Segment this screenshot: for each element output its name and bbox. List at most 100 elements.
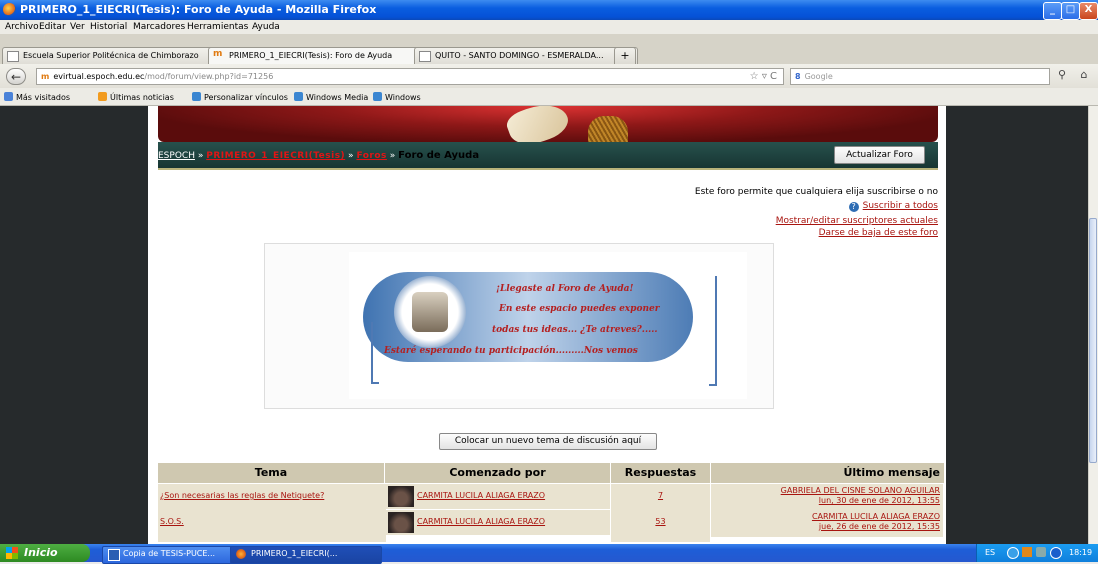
url-bar[interactable]: m evirtual.espoch.edu.ec/mod/forum/view.p… — [36, 68, 784, 85]
help-icon[interactable]: ? — [848, 202, 859, 212]
last-post-date-link[interactable]: jue, 26 de ene de 2012, 15:35 — [819, 522, 940, 531]
author-link[interactable]: CARMITA LUCILA ALIAGA ERAZO — [417, 491, 545, 500]
breadcrumb: ESPOCH » PRIMERO_1_EIECRI(Tesis) » Foros… — [158, 150, 479, 161]
clock[interactable]: 18:19 — [1069, 548, 1092, 557]
decor-bracket-right — [709, 276, 717, 386]
firefox-icon — [3, 3, 16, 16]
table-row: S.O.S. CARMITA LUCILA ALIAGA ERAZO 53 CA… — [158, 510, 943, 542]
bookmark-icon — [294, 92, 303, 101]
windows-logo-icon — [6, 547, 18, 559]
breadcrumb-sep: » — [389, 151, 396, 161]
close-window-button[interactable]: X — [1079, 2, 1098, 20]
tab-label: PRIMERO_1_EIECRI(Tesis): Foro de Ayuda — [229, 51, 393, 60]
maximize-button[interactable]: □ — [1061, 2, 1080, 20]
taskbar-item-firefox[interactable]: PRIMERO_1_EIECRI(... — [230, 546, 382, 564]
bookmark-windows[interactable]: Windows — [373, 92, 421, 102]
tab-bar: Escuela Superior Politécnica de Chimbora… — [0, 34, 1098, 67]
bookmark-icon — [373, 92, 382, 101]
bookmark-personalizar[interactable]: Personalizar vínculos — [192, 92, 288, 102]
author-cell: CARMITA LUCILA ALIAGA ERAZO — [385, 510, 610, 535]
bookmark-icon — [4, 92, 13, 101]
new-tab-button[interactable]: + — [614, 47, 636, 65]
replies-link[interactable]: 53 — [655, 517, 665, 526]
taskbar-item-label: PRIMERO_1_EIECRI(... — [251, 549, 338, 558]
bookmark-mas-visitados[interactable]: Más visitados — [4, 92, 70, 102]
tray-app-icon[interactable] — [1022, 547, 1032, 557]
breadcrumb-foros[interactable]: Foros — [356, 151, 386, 161]
bookmark-ultimas-noticias[interactable]: Últimas noticias — [98, 92, 174, 102]
menu-herramientas[interactable]: Herramientas — [187, 22, 248, 32]
scrollbar-thumb[interactable] — [1089, 218, 1097, 463]
page-icon — [7, 51, 19, 62]
bookmark-icon — [192, 92, 201, 101]
topic-link[interactable]: S.O.S. — [160, 517, 184, 526]
avatar[interactable] — [388, 486, 414, 507]
start-button[interactable]: Inicio — [0, 544, 90, 562]
system-tray: ES 18:19 — [976, 544, 1098, 562]
subscribe-all-row: ? Suscribir a todos — [848, 201, 938, 212]
column-header-replies: Respuestas — [611, 463, 710, 483]
page-icon — [419, 51, 431, 62]
breadcrumb-current: Foro de Ayuda — [398, 150, 480, 161]
menu-ver[interactable]: Ver — [70, 22, 85, 32]
menu-archivo[interactable]: Archivo — [5, 22, 39, 32]
replies-link[interactable]: 7 — [658, 491, 663, 500]
welcome-line-4: Estaré esperando tu participación.......… — [384, 346, 638, 356]
menu-bar: Archivo Editar Ver Historial Marcadores … — [0, 20, 1098, 34]
last-post-author-link[interactable]: CARMITA LUCILA ALIAGA ERAZO — [812, 512, 940, 521]
subscribe-all-link[interactable]: Suscribir a todos — [863, 201, 938, 211]
column-header-last-post: Último mensaje — [711, 463, 944, 483]
search-input[interactable]: 8 Google — [790, 68, 1050, 85]
window-titlebar: PRIMERO_1_EIECRI(Tesis): Foro de Ayuda -… — [0, 0, 1098, 20]
home-icon[interactable]: ⌂ — [1074, 68, 1094, 85]
breadcrumb-espoch[interactable]: ESPOCH — [158, 151, 195, 161]
url-domain: evirtual.espoch.edu.ec — [53, 72, 145, 81]
search-placeholder: Google — [804, 72, 833, 81]
firefox-icon — [236, 549, 246, 559]
last-post-author-link[interactable]: GABRIELA DEL CISNE SOLANO AGUILAR — [781, 486, 940, 495]
author-cell: CARMITA LUCILA ALIAGA ERAZO — [385, 484, 610, 509]
menu-editar[interactable]: Editar — [39, 22, 66, 32]
back-button[interactable]: ← — [6, 68, 26, 85]
menu-ayuda[interactable]: Ayuda — [252, 22, 280, 32]
taskbar-item-label: Copia de TESIS-PUCE... — [123, 549, 216, 558]
breadcrumb-course[interactable]: PRIMERO_1_EIECRI(Tesis) — [206, 151, 345, 161]
welcome-line-3: todas tus ideas... ¿Te atreves?..... — [492, 325, 658, 335]
breadcrumb-sep: » — [197, 151, 204, 161]
welcome-line-1: ¡Llegaste al Foro de Ayuda! — [496, 284, 634, 294]
welcome-image: ¡Llegaste al Foro de Ayuda! En este espa… — [349, 252, 747, 399]
subscription-note: Este foro permite que cualquiera elija s… — [694, 187, 938, 197]
students-photo-figure — [412, 292, 448, 332]
menu-historial[interactable]: Historial — [90, 22, 127, 32]
new-topic-button[interactable]: Colocar un nuevo tema de discusión aquí — [439, 433, 657, 450]
page-viewport: ESPOCH » PRIMERO_1_EIECRI(Tesis) » Foros… — [0, 106, 1088, 544]
forum-page: ESPOCH » PRIMERO_1_EIECRI(Tesis) » Foros… — [148, 106, 946, 544]
bookmark-windows-media[interactable]: Windows Media — [294, 92, 368, 102]
network-icon[interactable] — [1007, 547, 1019, 559]
window-title: PRIMERO_1_EIECRI(Tesis): Foro de Ayuda -… — [20, 3, 377, 16]
column-header-started-by: Comenzado por — [385, 463, 610, 483]
last-post-date-link[interactable]: lun, 30 de ene de 2012, 13:55 — [819, 496, 940, 505]
avatar[interactable] — [388, 512, 414, 533]
topic-link[interactable]: ¿Son necesarias las reglas de Netiquete? — [160, 491, 324, 500]
tray-app-icon[interactable] — [1050, 547, 1062, 559]
welcome-line-2: En este espacio puedes exponer — [499, 304, 660, 314]
url-path: /mod/forum/view.php?id=71256 — [144, 72, 274, 81]
update-forum-button[interactable]: Actualizar Foro — [834, 146, 925, 164]
language-indicator[interactable]: ES — [985, 548, 995, 557]
menu-marcadores[interactable]: Marcadores — [133, 22, 185, 32]
column-header-topic: Tema — [158, 463, 384, 483]
google-engine-icon[interactable]: 8 — [795, 72, 801, 81]
unsubscribe-link[interactable]: Darse de baja de este foro — [819, 228, 938, 238]
bookmark-star-icon[interactable]: ☆ ▿ C — [750, 71, 777, 82]
breadcrumb-sep: » — [348, 151, 354, 161]
site-identity-icon[interactable]: m — [41, 72, 49, 81]
start-label: Inicio — [24, 546, 58, 559]
search-icon[interactable]: ⚲ — [1052, 68, 1072, 85]
author-link[interactable]: CARMITA LUCILA ALIAGA ERAZO — [417, 517, 545, 526]
edit-subscribers-link[interactable]: Mostrar/editar suscriptores actuales — [776, 216, 938, 226]
minimize-button[interactable]: _ — [1043, 2, 1062, 20]
taskbar-item-word[interactable]: Copia de TESIS-PUCE... — [102, 546, 246, 564]
word-icon — [108, 549, 120, 561]
tray-app-icon[interactable] — [1036, 547, 1046, 557]
